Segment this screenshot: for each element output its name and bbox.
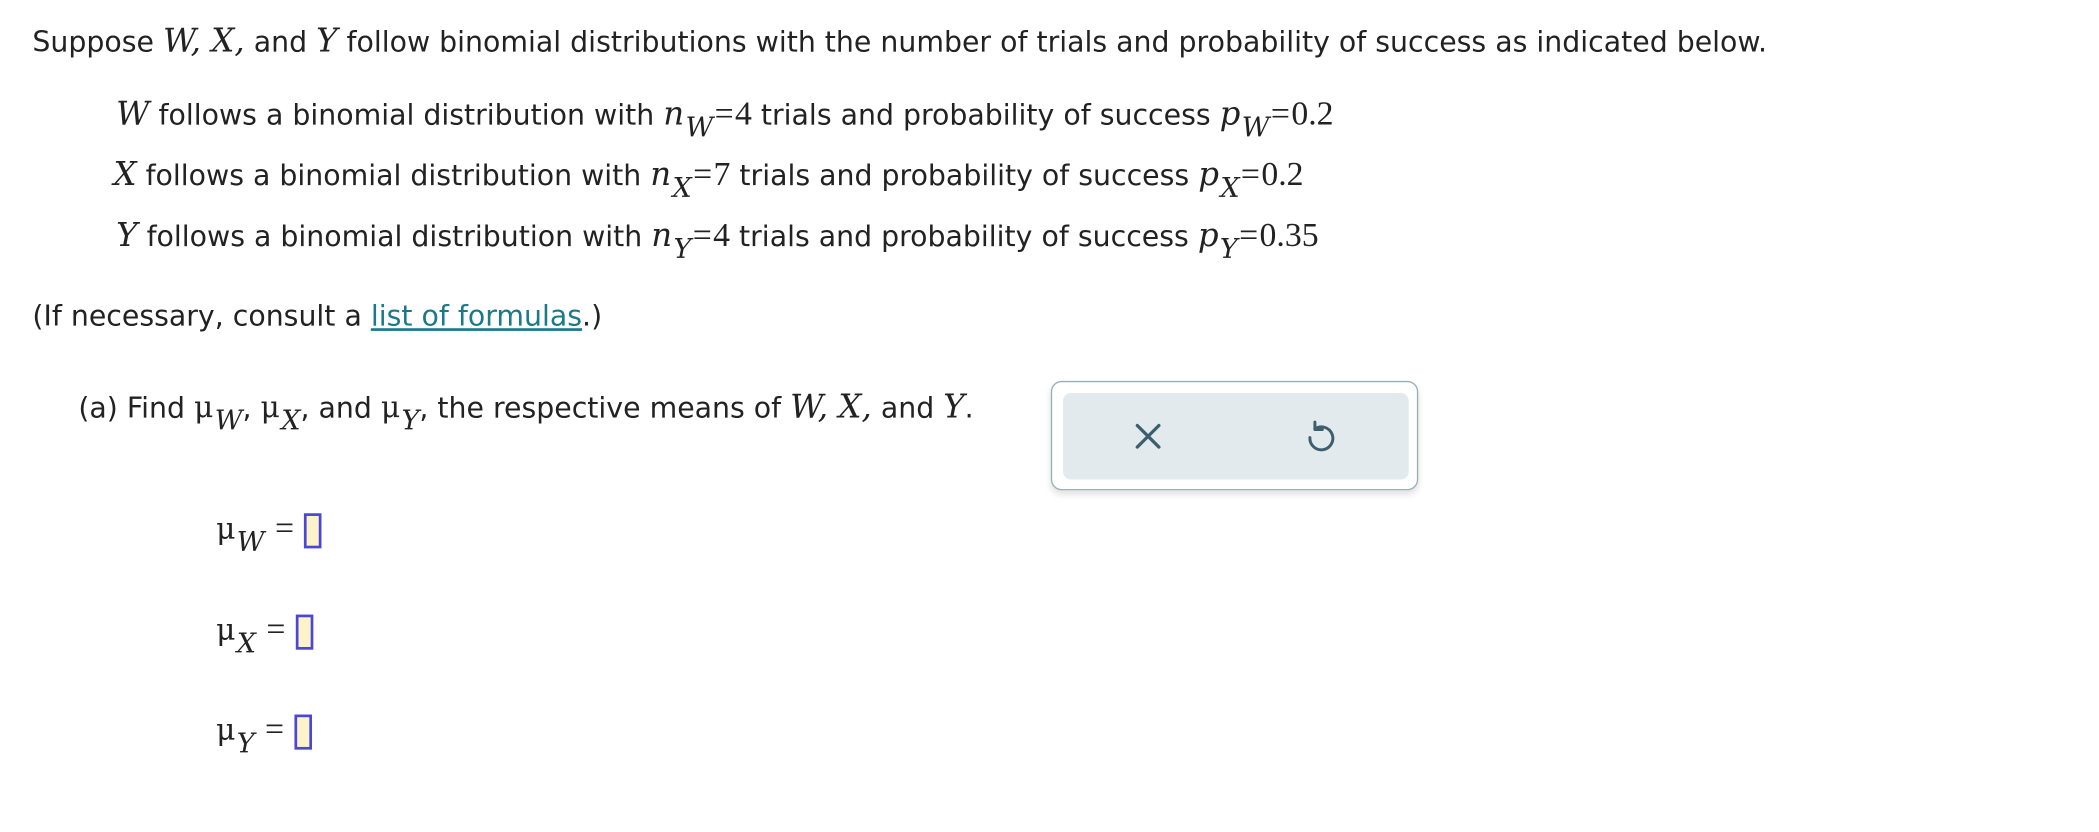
distribution-line-w: W follows a binomial distribution with n…: [116, 94, 1334, 144]
distribution-line-y: Y follows a binomial distribution with n…: [116, 216, 1319, 265]
intro-text: Suppose W, X, and Y follow binomial dist…: [32, 21, 1768, 60]
distribution-line-x: X follows a binomial distribution with n…: [113, 155, 1304, 204]
formulas-link[interactable]: list of formulas: [371, 300, 582, 332]
answer-row-mu-w: μW =: [216, 511, 322, 558]
undo-icon[interactable]: [1301, 416, 1342, 457]
answer-row-mu-x: μX =: [216, 612, 314, 659]
close-icon[interactable]: [1128, 416, 1169, 457]
mu-w-input[interactable]: [304, 513, 322, 549]
mu-x-input[interactable]: [295, 614, 314, 650]
question-a: (a) Find μW, μX, and μY, the respective …: [78, 387, 974, 437]
consult-text: (If necessary, consult a list of formula…: [32, 299, 603, 333]
mu-y-input[interactable]: [294, 714, 313, 750]
answer-tools-bar: [1063, 393, 1409, 480]
answer-row-mu-y: μY =: [216, 712, 313, 759]
problem-area: Suppose W, X, and Y follow binomial dist…: [0, 0, 2099, 832]
answer-tools-panel: [1050, 380, 1419, 491]
